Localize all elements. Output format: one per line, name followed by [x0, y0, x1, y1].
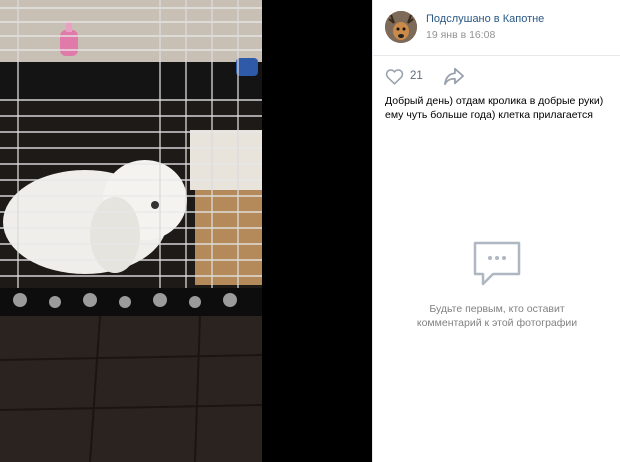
comments-empty-text: Будьте первым, кто оставит комментарий к… [373, 302, 620, 330]
rabbit-in-cage-photo [0, 0, 262, 462]
photo[interactable] [0, 0, 262, 462]
post-date[interactable]: 19 янв в 16:08 [426, 29, 495, 41]
group-name-link[interactable]: Подслушано в Капотне [426, 13, 544, 25]
post-panel: Подслушано в Капотне 19 янв в 16:08 21 Д… [372, 0, 620, 462]
group-avatar[interactable] [385, 11, 417, 43]
share-arrow-icon [443, 67, 464, 86]
post-caption: Добрый день) отдам кролика в добрые руки… [385, 94, 613, 122]
empty-text-line-1: Будьте первым, кто оставит [429, 303, 565, 315]
like-count: 21 [410, 70, 423, 82]
post-actions: 21 [385, 66, 609, 86]
caption-line-2: ему чуть больше года) клетка прилагается [385, 109, 593, 121]
caption-line-1: Добрый день) отдам кролика в добрые руки… [385, 95, 604, 107]
empty-text-line-2: комментарий к этой фотографии [416, 317, 578, 329]
share-button[interactable] [443, 66, 465, 86]
heart-icon [385, 68, 404, 85]
post-header: Подслушано в Капотне 19 янв в 16:08 [373, 0, 620, 56]
photo-viewer [0, 0, 372, 462]
comment-bubble-icon [473, 241, 521, 286]
like-button[interactable]: 21 [385, 66, 423, 86]
comments-empty-state: Будьте первым, кто оставит комментарий к… [373, 240, 620, 330]
deer-icon [385, 11, 417, 43]
